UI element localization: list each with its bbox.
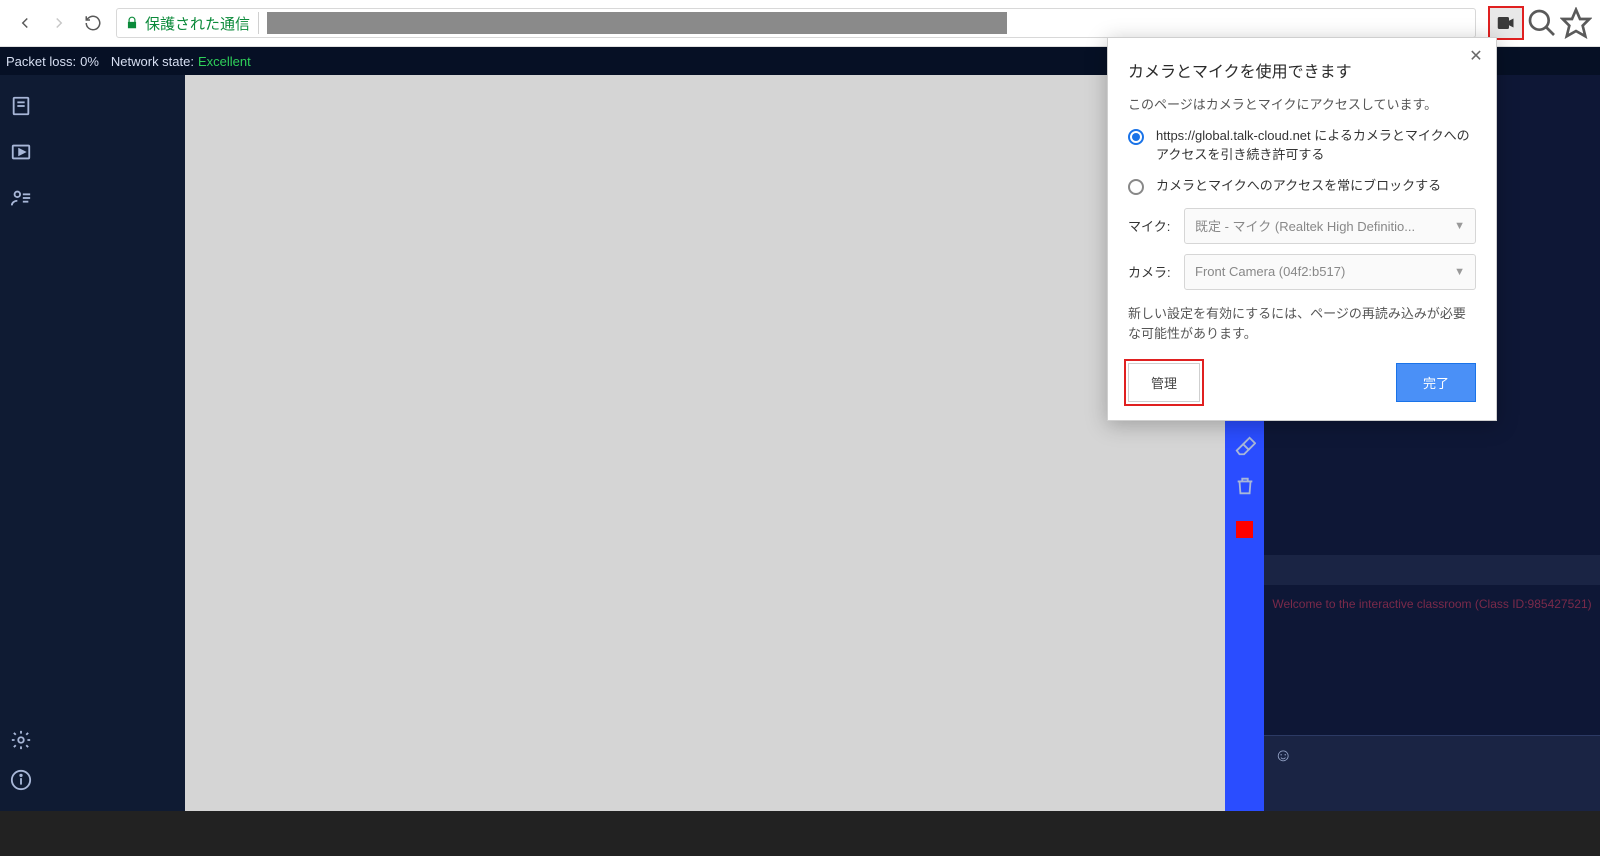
radio-block-label: カメラとマイクへのアクセスを常にブロックする: [1156, 177, 1441, 196]
packet-loss-value: 0%: [80, 54, 99, 69]
radio-allow-label: https://global.talk-cloud.net によるカメラとマイク…: [1156, 127, 1476, 165]
back-button[interactable]: [8, 6, 42, 40]
camera-row: カメラ: Front Camera (04f2:b517) ▼: [1128, 254, 1476, 290]
emoji-icon[interactable]: ☺: [1274, 745, 1292, 766]
trash-icon[interactable]: [1234, 475, 1256, 497]
mic-label: マイク:: [1128, 216, 1184, 235]
panel-divider: [1264, 555, 1600, 585]
popup-description: このページはカメラとマイクにアクセスしています。: [1128, 94, 1476, 113]
url-masked: [267, 12, 1007, 34]
camera-value: Front Camera (04f2:b517): [1195, 264, 1345, 279]
mic-value: 既定 - マイク (Realtek High Definitio...: [1195, 216, 1415, 235]
toolbar-right: [1488, 6, 1592, 40]
camera-label: カメラ:: [1128, 262, 1184, 281]
info-icon[interactable]: [10, 769, 32, 791]
packet-loss-label: Packet loss:: [6, 54, 76, 69]
bottom-band: [0, 811, 1600, 856]
whiteboard[interactable]: [185, 75, 1225, 811]
forward-button[interactable]: [42, 6, 76, 40]
document-icon[interactable]: [10, 95, 32, 117]
camera-indicator-button[interactable]: [1488, 6, 1524, 40]
welcome-message: Welcome to the interactive classroom (Cl…: [1264, 585, 1600, 735]
color-swatch-red[interactable]: [1236, 521, 1253, 538]
welcome-text: Welcome to the interactive classroom (Cl…: [1272, 597, 1591, 611]
eraser-icon[interactable]: [1234, 435, 1256, 457]
popup-title: カメラとマイクを使用できます: [1128, 58, 1476, 82]
done-button[interactable]: 完了: [1396, 363, 1476, 402]
lock-icon: [125, 16, 139, 30]
chevron-down-icon: ▼: [1454, 266, 1465, 278]
secure-label: 保護された通信: [145, 13, 250, 34]
manage-button[interactable]: 管理: [1128, 363, 1200, 402]
users-icon[interactable]: [10, 187, 32, 209]
reload-button[interactable]: [76, 6, 110, 40]
zoom-icon[interactable]: [1526, 7, 1558, 39]
radio-checked-icon: [1128, 129, 1144, 145]
network-state-value: Excellent: [198, 54, 251, 69]
close-icon[interactable]: ✕: [1466, 46, 1486, 66]
network-state-label: Network state:: [111, 54, 194, 69]
radio-unchecked-icon: [1128, 179, 1144, 195]
mic-row: マイク: 既定 - マイク (Realtek High Definitio...…: [1128, 208, 1476, 244]
media-icon[interactable]: [10, 141, 32, 163]
radio-option-block[interactable]: カメラとマイクへのアクセスを常にブロックする: [1128, 177, 1476, 196]
address-bar[interactable]: 保護された通信: [116, 8, 1476, 38]
mic-select[interactable]: 既定 - マイク (Realtek High Definitio... ▼: [1184, 208, 1476, 244]
star-icon[interactable]: [1560, 7, 1592, 39]
camera-permission-popup: ✕ カメラとマイクを使用できます このページはカメラとマイクにアクセスしています…: [1107, 37, 1497, 421]
popup-note: 新しい設定を有効にするには、ページの再読み込みが必要な可能性があります。: [1128, 304, 1476, 346]
chevron-down-icon: ▼: [1454, 220, 1465, 232]
radio-option-allow[interactable]: https://global.talk-cloud.net によるカメラとマイク…: [1128, 127, 1476, 165]
camera-select[interactable]: Front Camera (04f2:b517) ▼: [1184, 254, 1476, 290]
omnibox-divider: [258, 12, 259, 34]
gear-icon[interactable]: [10, 729, 32, 751]
popup-actions: 管理 完了: [1128, 363, 1476, 402]
chat-input-row: ☺: [1264, 735, 1600, 775]
left-rail: [0, 75, 42, 811]
